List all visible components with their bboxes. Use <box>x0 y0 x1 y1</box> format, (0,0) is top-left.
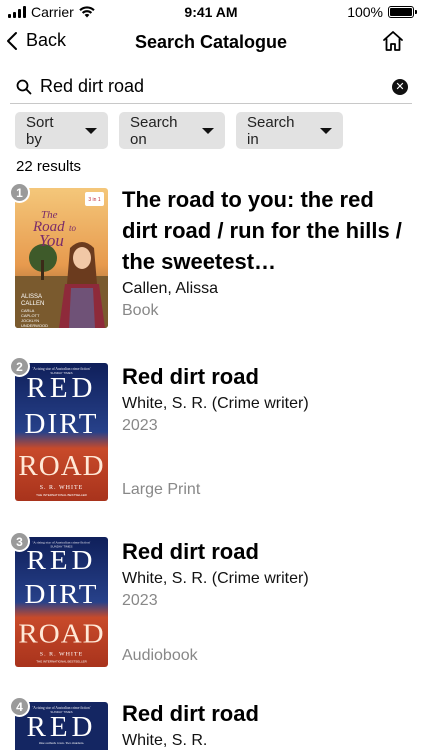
cover-title-line: RED <box>27 711 97 743</box>
result-format: Large Print <box>122 481 201 498</box>
cover-author-line: CALLEN <box>21 301 44 307</box>
results-count: 22 results <box>16 158 82 175</box>
search-on-dropdown[interactable]: Search on <box>119 112 225 149</box>
result-author: White, S. R. <box>122 732 208 749</box>
result-item[interactable]: 2 'A rising star of Australian crime fic… <box>0 356 422 516</box>
clear-search-button[interactable]: ✕ <box>392 78 408 95</box>
caret-down-icon <box>85 127 97 134</box>
book-cover-image: 'A rising star of Australian crime ficti… <box>15 363 108 501</box>
home-button[interactable] <box>382 30 404 57</box>
sort-by-dropdown[interactable]: Sort by <box>15 112 108 149</box>
cover-title-line: ROAD <box>18 450 104 482</box>
result-index-badge: 2 <box>9 356 30 377</box>
search-bar: ✕ <box>10 70 412 104</box>
cover-tagline: One outback town. Two murders. <box>39 741 84 745</box>
result-title: The road to you: the red dirt road / run… <box>122 187 402 274</box>
result-format: Book <box>122 302 159 319</box>
result-author: Callen, Alissa <box>122 280 219 297</box>
book-cover-image: 'A rising star of Australian crime ficti… <box>15 537 108 667</box>
result-year: 2023 <box>122 417 158 434</box>
result-info: Red dirt road White, S. R. (Crime writer… <box>122 361 404 437</box>
search-input[interactable] <box>40 76 392 97</box>
cover-footer: THE INTERNATIONAL BESTSELLER <box>36 493 88 497</box>
cover-title-line: You <box>39 231 64 250</box>
search-icon <box>16 79 32 95</box>
result-format: Audiobook <box>122 647 198 664</box>
result-title: Red dirt road <box>122 539 259 564</box>
cover-title-line: DIRT <box>25 580 99 610</box>
result-title: Red dirt road <box>122 701 259 726</box>
cover-title-line: DIRT <box>25 408 99 440</box>
cover-title-line: RED <box>27 372 97 404</box>
cover-footer: THE INTERNATIONAL BESTSELLER <box>36 659 87 663</box>
search-in-label: Search in <box>247 113 295 148</box>
result-item[interactable]: 3 'A rising star of Australian crime fic… <box>0 531 422 691</box>
page-title: Search Catalogue <box>134 32 288 52</box>
result-index-badge: 1 <box>9 182 30 203</box>
result-item[interactable]: 1 3 in 1 The Road to You ALISSA CALLEN C… <box>0 182 422 342</box>
result-info: Red dirt road White, S. R. <box>122 698 404 750</box>
battery-percent: 100% <box>347 4 383 20</box>
result-year: 2023 <box>122 592 158 609</box>
home-icon <box>383 31 403 51</box>
nav-bar: Back Search Catalogue <box>0 26 422 62</box>
cover-author-line: ALISSA <box>21 294 42 300</box>
result-index-badge: 4 <box>9 696 30 717</box>
result-info: The road to you: the red dirt road / run… <box>122 184 404 322</box>
sort-by-label: Sort by <box>26 113 54 148</box>
cover-title-line: RED <box>27 546 97 576</box>
search-on-label: Search on <box>130 113 178 148</box>
search-in-dropdown[interactable]: Search in <box>236 112 343 149</box>
result-item[interactable]: 4 'A rising star of Australian crime fic… <box>0 696 422 750</box>
cover-badge-text: 3 in 1 <box>88 197 100 203</box>
cover-author-line: S. R. WHITE <box>40 485 84 491</box>
battery-icon <box>388 6 417 18</box>
result-index-badge: 3 <box>9 531 30 552</box>
result-author: White, S. R. (Crime writer) <box>122 395 309 412</box>
result-author: White, S. R. (Crime writer) <box>122 570 309 587</box>
close-icon: ✕ <box>395 81 405 93</box>
cover-title-line: ROAD <box>18 619 104 649</box>
cover-extra-line: UNDERWOOD <box>21 323 48 328</box>
filter-bar: Sort by Search on Search in <box>15 112 343 149</box>
status-right: 100% <box>347 4 417 20</box>
cover-author-line: S. R. WHITE <box>40 652 83 658</box>
book-cover-image: 3 in 1 The Road to You ALISSA CALLEN CAR… <box>15 188 108 328</box>
caret-down-icon <box>202 127 214 134</box>
status-bar: Carrier 9:41 AM 100% <box>0 0 422 24</box>
result-title: Red dirt road <box>122 364 259 389</box>
result-info: Red dirt road White, S. R. (Crime writer… <box>122 536 404 612</box>
cover-title-line: to <box>69 223 77 233</box>
caret-down-icon <box>320 127 332 134</box>
